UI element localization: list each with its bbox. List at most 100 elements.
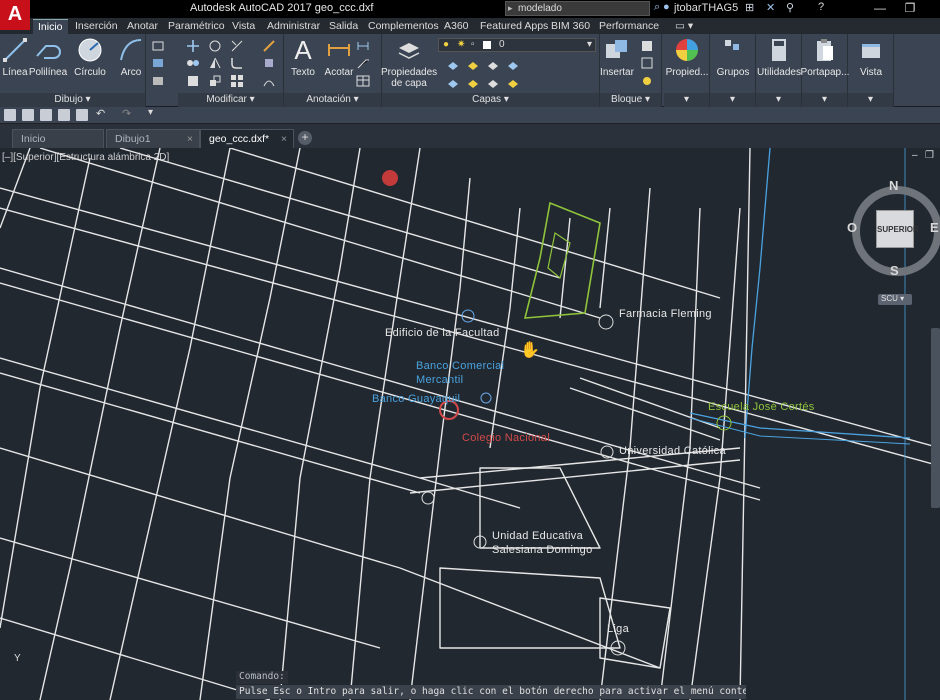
- doc-tab-dibujo1[interactable]: Dibujo1 ×: [106, 129, 200, 148]
- insert-button[interactable]: Insertar: [592, 36, 642, 78]
- save-as-icon[interactable]: [58, 109, 70, 121]
- a360-icon[interactable]: ⚲: [786, 1, 794, 14]
- user-name[interactable]: jtobarTHAG5: [674, 2, 738, 14]
- tab-featured-apps[interactable]: Featured Apps: [475, 19, 553, 34]
- layer-dropdown[interactable]: ● ✷ ▫ 0 ▾: [438, 38, 596, 52]
- panel-title-block[interactable]: Bloque ▾: [600, 93, 661, 107]
- layer-tool-6-icon[interactable]: [466, 76, 480, 90]
- rectangle-icon[interactable]: [151, 39, 165, 53]
- redo-icon[interactable]: ↷ ▾: [122, 107, 134, 133]
- panel-title-draw[interactable]: Dibujo ▾: [0, 93, 145, 107]
- tab-insercion[interactable]: Inserción: [70, 19, 123, 34]
- binoculars-icon[interactable]: ⌕: [654, 1, 660, 14]
- gradient-icon[interactable]: [151, 74, 165, 88]
- rotate-icon[interactable]: [208, 39, 222, 53]
- exchange-icon[interactable]: ✕: [766, 1, 775, 14]
- open-icon[interactable]: [22, 109, 34, 121]
- undo-icon[interactable]: ↶ ▾: [96, 107, 108, 133]
- text-icon: A: [294, 35, 312, 65]
- compass-east[interactable]: E: [930, 220, 939, 235]
- autocad-logo[interactable]: A: [0, 0, 30, 30]
- trim-icon[interactable]: [230, 39, 244, 53]
- panel-title-modify[interactable]: Modificar ▾: [178, 93, 283, 107]
- panel-title-view[interactable]: ▾: [848, 93, 893, 107]
- tab-inicio[interactable]: Inicio: [33, 19, 68, 34]
- print-icon[interactable]: [76, 109, 88, 121]
- tab-anotar[interactable]: Anotar: [122, 19, 163, 34]
- compass-west[interactable]: O: [847, 220, 857, 235]
- properties-button[interactable]: Propied...: [662, 36, 712, 78]
- view-button[interactable]: Vista: [846, 36, 896, 78]
- close-icon[interactable]: ×: [281, 130, 287, 148]
- tab-administrar[interactable]: Administrar: [262, 19, 325, 34]
- doc-tab-geo-ccc[interactable]: geo_ccc.dxf* ×: [200, 129, 294, 148]
- polyline-icon: [36, 45, 61, 59]
- panel-title-groups[interactable]: ▾: [710, 93, 755, 107]
- layer-tool-3-icon[interactable]: [486, 58, 500, 72]
- layer-tool-1-icon[interactable]: [446, 58, 460, 72]
- panel-title-annotation[interactable]: Anotación ▾: [284, 93, 381, 107]
- help-icon[interactable]: ?: [818, 1, 824, 13]
- close-icon[interactable]: ×: [187, 130, 193, 148]
- qat-customize-icon[interactable]: ▾: [148, 107, 160, 119]
- tab-vista[interactable]: Vista: [227, 19, 260, 34]
- tab-complementos[interactable]: Complementos: [363, 19, 444, 34]
- tab-a360[interactable]: A360: [439, 19, 474, 34]
- layer-tool-7-icon[interactable]: [486, 76, 500, 90]
- viewport-minimize-icon[interactable]: –: [912, 150, 918, 161]
- tab-salida[interactable]: Salida: [324, 19, 363, 34]
- erase-icon[interactable]: [262, 39, 276, 53]
- tab-bim360[interactable]: BIM 360: [546, 19, 595, 34]
- attribute-icon[interactable]: [640, 74, 654, 88]
- panel-title-properties[interactable]: ▾: [664, 93, 709, 107]
- table-icon[interactable]: [356, 74, 370, 88]
- explode-icon[interactable]: [262, 56, 276, 70]
- create-block-icon[interactable]: [640, 39, 654, 53]
- panel-title-layers[interactable]: Capas ▾: [382, 93, 599, 107]
- compass-south[interactable]: S: [890, 263, 899, 278]
- tab-performance[interactable]: Performance: [594, 19, 664, 34]
- groups-button[interactable]: Grupos: [708, 36, 758, 78]
- mirror-icon[interactable]: [208, 56, 222, 70]
- doc-tab-inicio[interactable]: Inicio: [12, 129, 104, 148]
- linear-dim-icon[interactable]: [356, 39, 370, 53]
- layer-tool-5-icon[interactable]: [446, 76, 460, 90]
- cart-icon[interactable]: ⊞: [745, 1, 754, 14]
- layer-tool-4-icon[interactable]: [506, 58, 520, 72]
- view-icon: [862, 44, 880, 58]
- new-tab-button[interactable]: +: [298, 131, 312, 145]
- utilities-button[interactable]: Utilidades: [754, 36, 804, 78]
- viewcube-top[interactable]: SUPERIOR: [876, 210, 919, 248]
- stretch-icon[interactable]: [186, 74, 200, 88]
- layer-tool-8-icon[interactable]: [506, 76, 520, 90]
- clipboard-button[interactable]: Portapap...: [800, 36, 850, 78]
- viewport-restore-icon[interactable]: ❐: [925, 150, 934, 161]
- hatch-icon[interactable]: [151, 56, 165, 70]
- layer-properties-button[interactable]: Propiedades de capa: [381, 36, 437, 89]
- compass-north[interactable]: N: [889, 178, 898, 193]
- save-icon[interactable]: [40, 109, 52, 121]
- restore-button[interactable]: ❐: [895, 0, 925, 18]
- scale-icon[interactable]: [208, 74, 222, 88]
- ucs-menu[interactable]: SCU ▾: [878, 294, 912, 305]
- edit-block-icon[interactable]: [640, 56, 654, 70]
- tab-overflow-toggle[interactable]: ▭ ▾: [670, 19, 698, 34]
- layer-tool-2-icon[interactable]: [466, 58, 480, 72]
- drawing-area[interactable]: [–][Superior][Estructura alámbrica 2D] E…: [0, 148, 940, 700]
- arc-button[interactable]: Arco: [106, 36, 156, 78]
- search-input[interactable]: ▸ modelado: [505, 1, 650, 16]
- minimize-button[interactable]: —: [865, 0, 895, 18]
- navigation-bar[interactable]: [931, 328, 940, 508]
- command-line[interactable]: Pulse Esc o Intro para salir, o haga cli…: [236, 685, 746, 699]
- offset-icon[interactable]: [262, 74, 276, 88]
- panel-title-utilities[interactable]: ▾: [756, 93, 801, 107]
- new-icon[interactable]: [4, 109, 16, 121]
- array-icon[interactable]: [230, 74, 244, 88]
- panel-title-clipboard[interactable]: ▾: [802, 93, 847, 107]
- move-icon[interactable]: [186, 39, 200, 53]
- user-icon[interactable]: ●: [663, 1, 670, 13]
- copy-icon[interactable]: [186, 56, 200, 70]
- tab-parametrico[interactable]: Paramétrico: [163, 19, 230, 34]
- fillet-icon[interactable]: [230, 56, 244, 70]
- leader-icon[interactable]: [356, 56, 370, 70]
